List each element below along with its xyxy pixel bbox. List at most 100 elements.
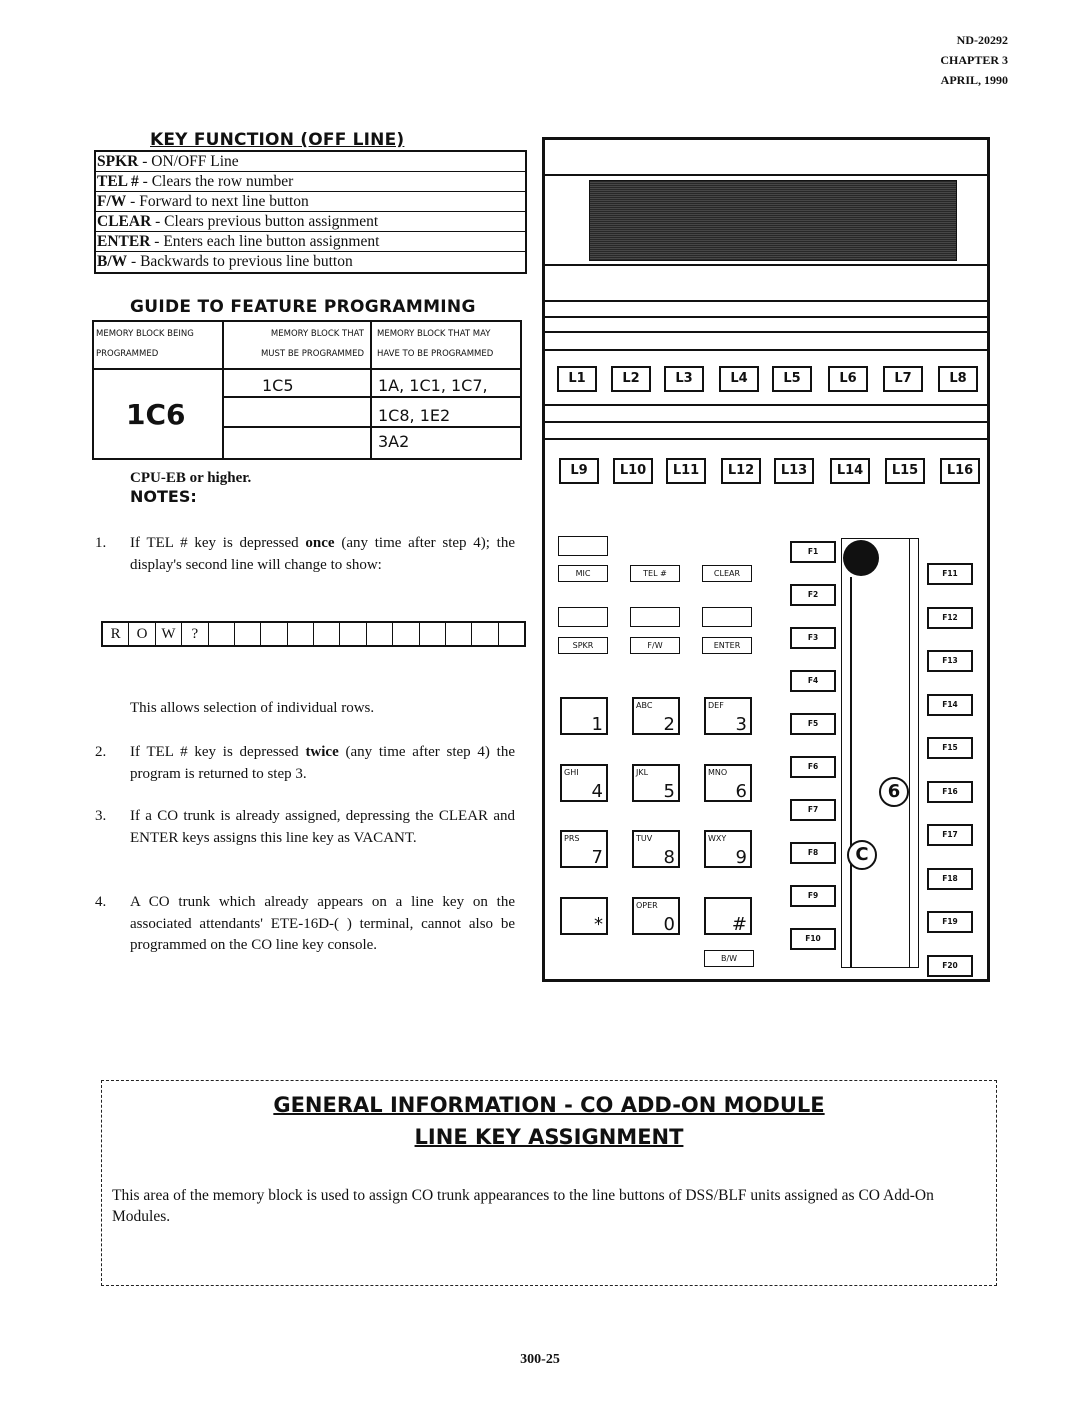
key-name: ENTER: [97, 233, 151, 250]
feature-key-f15[interactable]: F15: [927, 737, 973, 759]
line-key-l14[interactable]: L14: [830, 458, 870, 484]
feature-key-f20[interactable]: F20: [927, 954, 973, 977]
divider: [545, 421, 987, 423]
memory-block-being-programmed: 1C6: [126, 398, 186, 431]
divider: [850, 577, 852, 967]
soft-key-fw[interactable]: F/W: [630, 637, 680, 654]
line-key-l12[interactable]: L12: [721, 458, 761, 484]
dial-key-4[interactable]: GHI 4: [560, 764, 608, 802]
display-cell: [288, 623, 314, 645]
divider: [545, 404, 987, 406]
feature-key-f16[interactable]: F16: [927, 780, 973, 803]
feature-key-f7[interactable]: F7: [790, 799, 836, 821]
line-key-l15[interactable]: L15: [885, 458, 925, 484]
divider: [545, 174, 987, 176]
feature-key-f3[interactable]: F3: [790, 627, 836, 649]
soft-key-tel[interactable]: TEL #: [630, 565, 680, 582]
designation-strip: [841, 538, 919, 968]
key-name: F/W: [97, 193, 127, 210]
dial-key-letters: ABC: [636, 701, 653, 710]
chapter: CHAPTER 3: [940, 53, 1008, 67]
dial-key-5[interactable]: JKL 5: [632, 764, 680, 802]
dial-key-letters: TUV: [636, 834, 653, 843]
feature-key-f11[interactable]: F11: [927, 563, 973, 585]
dial-key-letters: GHI: [564, 768, 579, 777]
dial-key-8[interactable]: TUV 8: [632, 830, 680, 868]
key-name: CLEAR: [97, 213, 152, 230]
line-key-l11[interactable]: L11: [666, 458, 706, 484]
feature-key-f2[interactable]: F2: [790, 584, 836, 606]
feature-key-f12[interactable]: F12: [927, 606, 973, 629]
display-cell: R: [103, 623, 130, 645]
soft-key-enter[interactable]: ENTER: [702, 637, 752, 654]
soft-key-spkr[interactable]: SPKR: [558, 637, 608, 654]
dial-key-digit: #: [731, 914, 747, 935]
soft-key-bw[interactable]: B/W: [704, 950, 754, 967]
feature-key-f18[interactable]: F18: [927, 867, 973, 890]
display-cell: [420, 623, 446, 645]
may-be-programmed-1: 1A, 1C1, 1C7,: [378, 376, 488, 395]
line-key-l8[interactable]: L8: [938, 366, 978, 392]
line-key-l1[interactable]: L1: [557, 366, 597, 392]
feature-key-f17[interactable]: F17: [927, 824, 973, 846]
key-function-title: KEY FUNCTION (OFF LINE): [150, 130, 405, 150]
line-key-l10[interactable]: L10: [613, 458, 653, 484]
line-key-l7[interactable]: L7: [883, 366, 923, 392]
feature-key-f19[interactable]: F19: [927, 911, 973, 933]
cpu-requirement: CPU-EB or higher.: [130, 470, 252, 486]
divider: [545, 331, 987, 333]
key-function-row: B/W - Backwards to previous line button: [96, 252, 525, 272]
divider: [908, 539, 910, 967]
feature-key-f13[interactable]: F13: [927, 650, 973, 672]
line-key-l13[interactable]: L13: [774, 458, 814, 484]
divider: [545, 300, 987, 302]
divider: [94, 368, 520, 370]
key-name: SPKR: [97, 153, 139, 170]
feature-key-f8[interactable]: F8: [790, 842, 836, 864]
notes-title: NOTES:: [130, 487, 197, 506]
dial-key-letters: OPER: [636, 901, 658, 910]
dial-key-6[interactable]: MNO 6: [704, 764, 752, 802]
line-key-l3[interactable]: L3: [664, 366, 704, 392]
dial-key-digit: 6: [735, 781, 747, 802]
display-cell: [367, 623, 394, 645]
feature-key-f4[interactable]: F4: [790, 670, 836, 692]
doc-number: ND-20292: [956, 33, 1008, 47]
line-key-l2[interactable]: L2: [611, 366, 651, 392]
dial-key-2[interactable]: ABC 2: [632, 697, 680, 735]
dial-key-3[interactable]: DEF 3: [704, 697, 752, 735]
divider: [545, 316, 987, 318]
feature-key-f6[interactable]: F6: [790, 756, 836, 778]
note-4: 4. A CO trunk which already appears on a …: [95, 894, 515, 953]
line-key-l16[interactable]: L16: [940, 458, 980, 484]
key-function-row: ENTER - Enters each line button assignme…: [96, 232, 525, 252]
dial-key-7[interactable]: PRS 7: [560, 830, 608, 868]
line-key-l5[interactable]: L5: [772, 366, 812, 392]
display-cell: [261, 623, 288, 645]
dial-key-1[interactable]: 1: [560, 697, 608, 735]
led-indicator: [558, 536, 608, 556]
dial-key-star[interactable]: *: [560, 897, 608, 935]
guide-header-may: MEMORY BLOCK THAT MAY HAVE TO BE PROGRAMM…: [377, 329, 494, 359]
dial-key-pound[interactable]: #: [704, 897, 752, 935]
dial-key-9[interactable]: WXY 9: [704, 830, 752, 868]
soft-key-clear[interactable]: CLEAR: [702, 565, 752, 582]
key-description: - Clears the row number: [138, 173, 294, 190]
dial-key-0[interactable]: OPER 0: [632, 897, 680, 935]
feature-key-f14[interactable]: F14: [927, 693, 973, 716]
feature-key-f10[interactable]: F10: [790, 928, 836, 950]
display-cell: ?: [182, 623, 209, 645]
line-key-l9[interactable]: L9: [559, 458, 599, 484]
line-key-l4[interactable]: L4: [719, 366, 759, 392]
feature-key-f9[interactable]: F9: [790, 885, 836, 907]
note-3: 3. If a CO trunk is already assigned, dep…: [95, 808, 515, 846]
led-indicator: [630, 607, 680, 627]
feature-key-f1[interactable]: F1: [790, 541, 836, 563]
soft-key-mic[interactable]: MIC: [558, 565, 608, 582]
dial-key-digit: 7: [591, 847, 603, 868]
line-key-l6[interactable]: L6: [828, 366, 868, 392]
led-indicator: [558, 607, 608, 627]
display-cell: W: [156, 623, 183, 645]
feature-key-f5[interactable]: F5: [790, 713, 836, 735]
key-description: - Clears previous button assignment: [151, 213, 379, 230]
